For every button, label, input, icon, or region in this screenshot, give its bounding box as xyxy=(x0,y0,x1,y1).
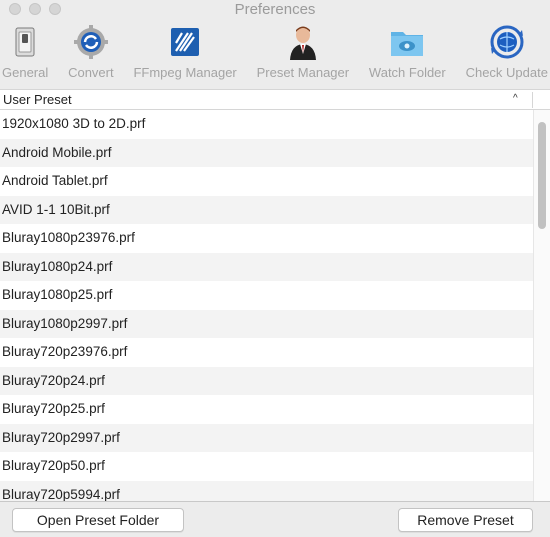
ffmpeg-icon xyxy=(167,24,203,60)
table-header[interactable]: User Preset ^ xyxy=(0,90,550,110)
table-row[interactable]: AVID 1-1 10Bit.prf xyxy=(0,195,533,224)
toolbar-watch-folder-label: Watch Folder xyxy=(368,65,446,80)
toolbar-check-update[interactable]: Check Update xyxy=(466,20,548,86)
table-row[interactable]: Bluray720p23976.prf xyxy=(0,338,533,367)
title-bar: Preferences xyxy=(0,0,550,20)
switch-icon xyxy=(7,24,43,60)
toolbar-preset-manager[interactable]: Preset Manager xyxy=(256,20,350,86)
table-row[interactable]: Bluray720p5994.prf xyxy=(0,480,533,501)
toolbar-ffmpeg-manager[interactable]: FFmpeg Manager xyxy=(133,20,237,86)
table-row[interactable]: Android Mobile.prf xyxy=(0,138,533,167)
vertical-scrollbar[interactable] xyxy=(533,110,550,501)
sort-ascending-icon[interactable]: ^ xyxy=(513,93,518,104)
table-row[interactable]: Bluray1080p23976.prf xyxy=(0,224,533,253)
remove-preset-button[interactable]: Remove Preset xyxy=(398,508,533,532)
sync-globe-icon xyxy=(489,24,525,60)
table-row[interactable]: Bluray720p24.prf xyxy=(0,366,533,395)
window-title: Preferences xyxy=(234,1,316,18)
column-divider xyxy=(532,92,533,108)
table-row[interactable]: Bluray720p25.prf xyxy=(0,395,533,424)
scrollbar-thumb[interactable] xyxy=(538,122,546,229)
toolbar-ffmpeg-manager-label: FFmpeg Manager xyxy=(133,65,237,80)
table-row[interactable]: Android Tablet.prf xyxy=(0,167,533,196)
toolbar-watch-folder[interactable]: Watch Folder xyxy=(369,20,446,86)
table-row[interactable]: Bluray1080p25.prf xyxy=(0,281,533,310)
preset-list: 1920x1080 3D to 2D.prf Android Mobile.pr… xyxy=(0,110,533,501)
column-header-user-preset[interactable]: User Preset xyxy=(3,92,72,107)
toolbar-convert[interactable]: Convert xyxy=(68,20,114,86)
gear-icon xyxy=(73,24,109,60)
open-preset-folder-button[interactable]: Open Preset Folder xyxy=(12,508,184,532)
table-row[interactable]: Bluray1080p24.prf xyxy=(0,252,533,281)
toolbar-check-update-label: Check Update xyxy=(465,65,548,80)
table-row[interactable]: Bluray720p50.prf xyxy=(0,452,533,481)
table-row[interactable]: Bluray720p2997.prf xyxy=(0,423,533,452)
preferences-toolbar: General Convert FFmpeg Manager Preset Ma… xyxy=(0,20,550,86)
toolbar-general-label: General xyxy=(2,65,49,80)
person-icon xyxy=(285,24,321,60)
toolbar-preset-manager-label: Preset Manager xyxy=(256,65,350,80)
toolbar-convert-label: Convert xyxy=(68,65,114,80)
table-row[interactable]: 1920x1080 3D to 2D.prf xyxy=(0,110,533,139)
user-preset-table: User Preset ^ 1920x1080 3D to 2D.prf And… xyxy=(0,89,550,502)
toolbar-general[interactable]: General xyxy=(2,20,48,86)
table-row[interactable]: Bluray1080p2997.prf xyxy=(0,309,533,338)
eye-folder-icon xyxy=(389,24,425,60)
